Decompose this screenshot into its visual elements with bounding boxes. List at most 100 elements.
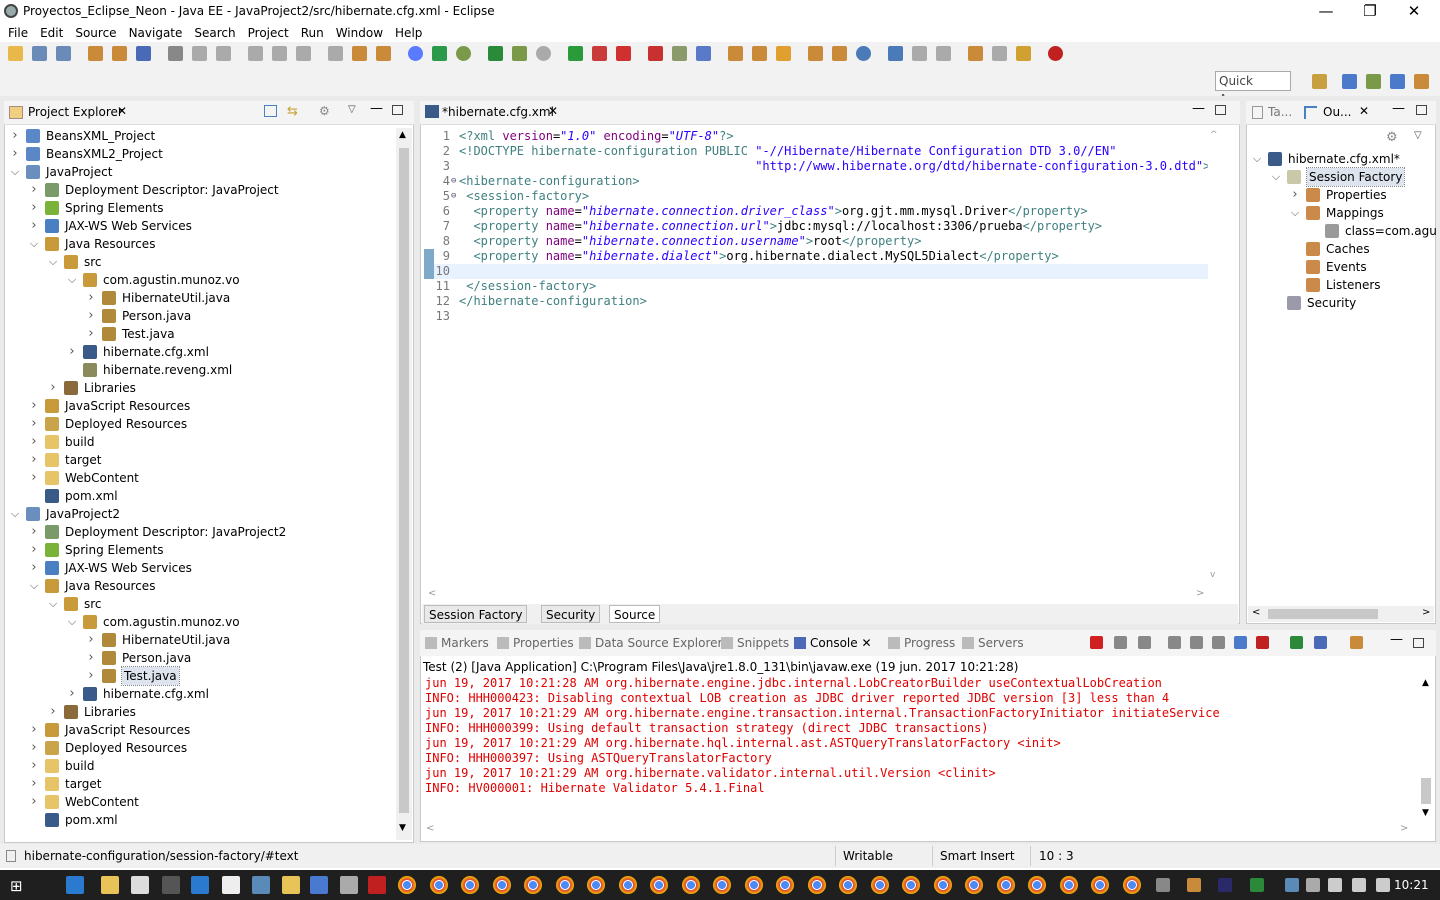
remove-launch-icon[interactable]	[1114, 636, 1127, 649]
code-line[interactable]: 4 ⊖ <hibernate-configuration>	[424, 174, 1209, 189]
console-tab-progress[interactable]: Progress	[888, 630, 955, 656]
tree-collapsed-icon[interactable]: ›	[29, 523, 39, 541]
tree-collapsed-icon[interactable]: ›	[29, 217, 39, 235]
maximize-view-icon[interactable]	[392, 105, 403, 115]
external-tool-icon[interactable]	[616, 46, 631, 61]
outlook-icon[interactable]	[191, 876, 209, 894]
project_explorer-row[interactable]: ⌵ com.agustin.munoz.vo	[6, 613, 396, 631]
scroll-up-icon[interactable]: ▲	[1422, 678, 1429, 688]
menu-search[interactable]: Search	[188, 24, 241, 42]
show-on-error-icon[interactable]	[1256, 636, 1269, 649]
close-button[interactable]: ✕	[1394, 2, 1434, 22]
project_explorer-row[interactable]: › Libraries	[6, 379, 396, 397]
flash-icon[interactable]	[368, 876, 386, 894]
app-icon[interactable]	[252, 876, 270, 894]
project_explorer-row[interactable]: › Person.java	[6, 307, 396, 325]
project_explorer-row[interactable]: › WebContent	[6, 469, 396, 487]
tree-collapsed-icon[interactable]: ›	[29, 199, 39, 217]
tree-collapsed-icon[interactable]: ›	[29, 469, 39, 487]
tree-expanded-icon[interactable]: ⌵	[48, 595, 58, 613]
tree-collapsed-icon[interactable]: ›	[29, 775, 39, 793]
chrome-icon[interactable]	[744, 876, 763, 894]
maximize-view-icon[interactable]	[1413, 638, 1424, 648]
minimize-view-icon[interactable]: —	[1390, 632, 1403, 647]
outline-row[interactable]: ⌵ Session Factory	[1250, 167, 1436, 187]
code-line[interactable]: 6 <property name="hibernate.connection.d…	[424, 204, 1209, 219]
chrome-icon[interactable]	[1091, 876, 1109, 894]
comment-icon[interactable]	[376, 46, 391, 61]
project_explorer-row[interactable]: › BeansXML_Project	[6, 127, 396, 145]
people-icon[interactable]	[1306, 878, 1320, 892]
scroll-down-icon[interactable]: v	[1210, 570, 1215, 580]
new-icon[interactable]	[8, 46, 23, 61]
debug-icon[interactable]	[488, 46, 503, 61]
maximize-view-icon[interactable]	[1416, 105, 1427, 115]
display-console-icon[interactable]	[1314, 636, 1327, 649]
open-task-icon[interactable]	[112, 46, 127, 61]
project_explorer-row[interactable]: ⌵ Java Resources	[6, 235, 396, 253]
tree-collapsed-icon[interactable]: ›	[29, 181, 39, 199]
editor-tab[interactable]: *hibernate.cfg.xml	[442, 105, 554, 119]
debug-perspective-icon[interactable]	[1366, 74, 1381, 89]
chrome-icon[interactable]	[492, 876, 511, 894]
project_explorer-row[interactable]: hibernate.reveng.xml	[6, 361, 396, 379]
scroll-up-icon[interactable]: ▲	[399, 130, 406, 140]
console-tab-properties[interactable]: Properties	[497, 630, 574, 656]
outline-row[interactable]: ⌵ Mappings	[1250, 204, 1436, 222]
chrome-icon[interactable]	[650, 876, 668, 894]
help-icon[interactable]	[1285, 878, 1299, 892]
code-line[interactable]: 8 <property name="hibernate.connection.u…	[424, 234, 1209, 249]
tree-collapsed-icon[interactable]: ›	[29, 757, 39, 775]
chrome-icon[interactable]	[429, 876, 448, 894]
scroll-left-icon[interactable]: <	[1252, 607, 1260, 618]
tree-collapsed-icon[interactable]: ›	[29, 559, 39, 577]
chrome-icon[interactable]	[902, 876, 920, 894]
terminate-icon[interactable]	[248, 46, 263, 61]
sync-icon[interactable]	[888, 46, 903, 61]
filter-icon[interactable]: ⚙	[319, 104, 330, 118]
scroll-down-icon[interactable]: ▼	[1422, 808, 1429, 818]
network-icon[interactable]	[1376, 878, 1390, 892]
console-tab-servers[interactable]: Servers	[962, 630, 1024, 656]
coverage-icon[interactable]	[536, 46, 551, 61]
marker-icon[interactable]	[808, 46, 823, 61]
notepad-icon[interactable]	[310, 876, 328, 894]
filter-icon[interactable]: ⚙	[1386, 130, 1398, 145]
suspend-icon[interactable]	[216, 46, 231, 61]
chrome-icon[interactable]	[807, 876, 826, 894]
store-icon[interactable]	[131, 876, 149, 894]
chrome-icon[interactable]	[408, 46, 423, 61]
chrome-icon[interactable]	[1059, 876, 1078, 894]
outline-row[interactable]: Listeners	[1250, 276, 1436, 294]
new-java-icon[interactable]	[672, 46, 687, 61]
chrome-icon[interactable]	[870, 876, 889, 894]
new-class-icon[interactable]	[696, 46, 711, 61]
stop-icon[interactable]	[592, 46, 607, 61]
word-wrap-icon[interactable]	[1212, 636, 1225, 649]
chrome-icon[interactable]	[933, 876, 952, 894]
chrome-icon[interactable]	[461, 876, 479, 894]
globe-icon[interactable]	[856, 46, 871, 61]
javaee-perspective-icon[interactable]	[1342, 74, 1357, 89]
code-line[interactable]: 3 "http://www.hibernate.org/dtd/hibernat…	[424, 159, 1211, 174]
project_explorer-row[interactable]: › Test.java	[6, 325, 396, 343]
step-over-icon[interactable]	[328, 46, 343, 61]
minimize-view-icon[interactable]: —	[370, 101, 383, 116]
tree-expanded-icon[interactable]: ⌵	[48, 253, 58, 271]
edge-icon[interactable]	[66, 876, 84, 894]
project_explorer-row[interactable]: › target	[6, 451, 396, 469]
outline-row[interactable]: class=com.agus	[1250, 222, 1436, 240]
tree-collapsed-icon[interactable]: ›	[48, 379, 58, 397]
project-explorer-scrollbar[interactable]: ▲ ▼	[396, 128, 412, 840]
pointer-icon[interactable]	[168, 46, 183, 61]
menu-edit[interactable]: Edit	[34, 24, 69, 42]
tree-collapsed-icon[interactable]: ›	[86, 649, 96, 667]
git-perspective-icon[interactable]	[1414, 74, 1429, 89]
fold-icon[interactable]: ⊖	[451, 174, 456, 189]
tree-collapsed-icon[interactable]: ›	[29, 739, 39, 757]
browser-icon[interactable]	[340, 876, 358, 894]
scroll-right-icon[interactable]: >	[1196, 588, 1204, 599]
menu-project[interactable]: Project	[242, 24, 295, 42]
scroll-thumb[interactable]	[1421, 778, 1431, 804]
folder-icon[interactable]	[282, 876, 300, 894]
